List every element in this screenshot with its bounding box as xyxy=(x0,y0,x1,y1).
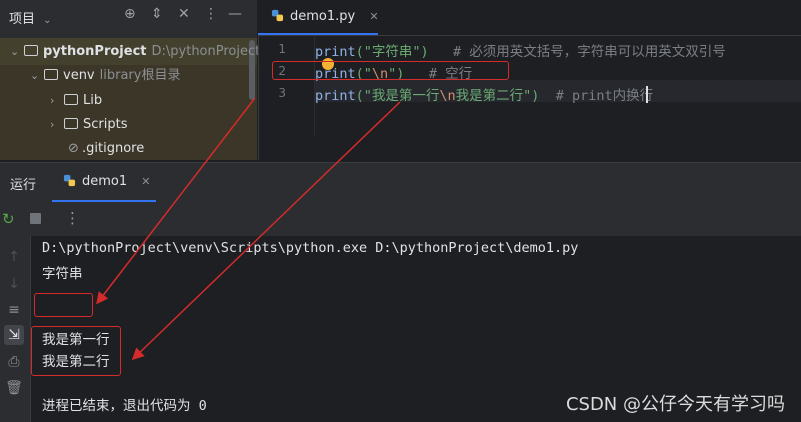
arrow-to-empty-line xyxy=(96,97,256,305)
watermark: CSDN @公仔今天有学习吗 xyxy=(565,394,785,415)
arrow-to-two-lines xyxy=(131,101,401,361)
annotation-arrows xyxy=(96,97,401,361)
